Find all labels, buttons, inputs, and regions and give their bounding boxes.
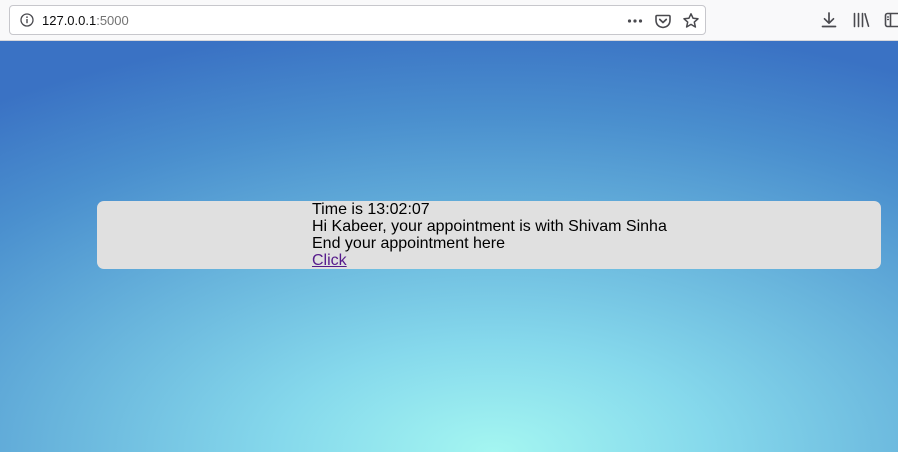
end-appointment-text: End your appointment here xyxy=(312,235,506,252)
star-icon[interactable] xyxy=(682,12,700,30)
browser-toolbar: 127.0.0.1:5000 xyxy=(0,0,898,41)
more-icon[interactable] xyxy=(626,12,644,30)
pocket-icon[interactable] xyxy=(654,12,672,30)
sidebar-icon[interactable] xyxy=(884,11,898,29)
address-bar[interactable]: 127.0.0.1:5000 xyxy=(9,5,706,35)
url-port: :5000 xyxy=(96,13,129,28)
time-text: Time is 13:02:07 xyxy=(312,201,430,218)
url-text[interactable]: 127.0.0.1:5000 xyxy=(42,13,129,28)
download-icon[interactable] xyxy=(820,11,838,29)
appointment-card: Time is 13:02:07 Hi Kabeer, your appoint… xyxy=(97,201,881,269)
page-content: Time is 13:02:07 Hi Kabeer, your appoint… xyxy=(0,41,898,452)
library-icon[interactable] xyxy=(852,11,870,29)
appointment-message: Hi Kabeer, your appointment is with Shiv… xyxy=(312,218,667,235)
end-appointment-link[interactable]: Click xyxy=(312,252,347,269)
url-host: 127.0.0.1 xyxy=(42,13,97,28)
appointment-details: Time is 13:02:07 Hi Kabeer, your appoint… xyxy=(312,201,667,269)
info-icon[interactable] xyxy=(20,13,34,27)
